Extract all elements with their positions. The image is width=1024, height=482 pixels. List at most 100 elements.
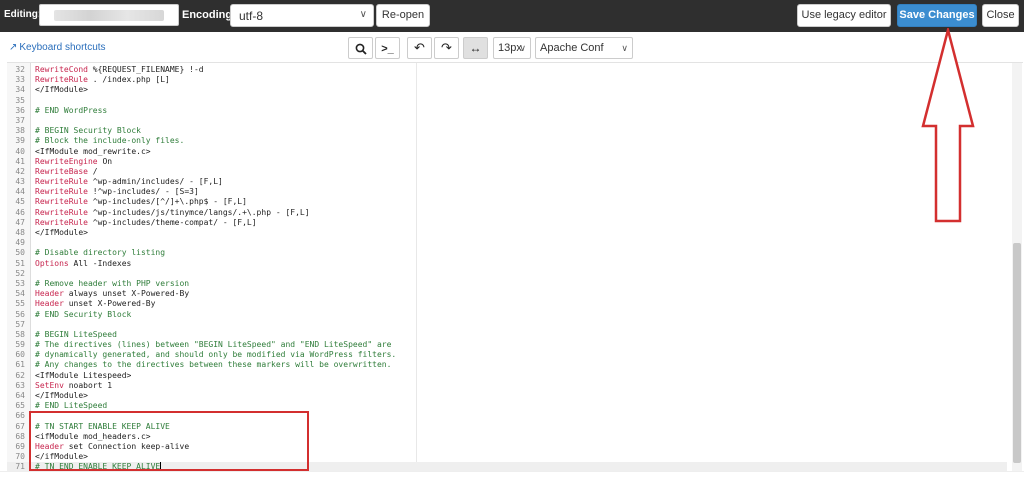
code-text: Options All -Indexes [35, 259, 131, 269]
code-text: RewriteRule . /index.php [L] [35, 75, 170, 85]
code-text: RewriteEngine On [35, 157, 112, 167]
code-line[interactable]: 33 RewriteRule . /index.php [L] [7, 75, 1007, 85]
code-text: # dynamically generated, and should only… [35, 350, 396, 360]
code-line[interactable]: 48 </IfModule> [7, 228, 1007, 238]
code-token: SetEnv [35, 380, 64, 390]
undo-button[interactable]: ↶ [407, 37, 432, 59]
search-button[interactable] [348, 37, 373, 59]
line-number: 47 [15, 217, 25, 227]
code-line[interactable]: 54 Header always unset X-Powered-By [7, 289, 1007, 299]
line-number: 61 [15, 360, 25, 370]
syntax-mode-value: Apache Conf [540, 42, 604, 54]
encoding-select[interactable]: utf-8 ∨ [230, 4, 374, 27]
wrap-toggle-button[interactable]: ↔ [463, 37, 488, 59]
code-line[interactable]: 45 RewriteRule ^wp-includes/[^/]+\.php$ -… [7, 197, 1007, 207]
code-text: # END LiteSpeed [35, 401, 107, 411]
line-number: 41 [15, 156, 25, 166]
code-line[interactable]: 51 Options All -Indexes [7, 259, 1007, 269]
code-text: Header unset X-Powered-By [35, 299, 155, 309]
code-line[interactable]: 46 RewriteRule ^wp-includes/js/tinymce/la… [7, 208, 1007, 218]
code-line[interactable]: 41 RewriteEngine On [7, 157, 1007, 167]
code-token: unset X-Powered-By [63, 299, 156, 309]
line-number: 37 [15, 115, 25, 125]
code-line[interactable]: 35 [7, 96, 1007, 106]
vertical-scrollbar[interactable] [1012, 63, 1022, 471]
editor-topbar: Editing: Encoding: utf-8 ∨ Re-open Use l… [0, 0, 1024, 32]
line-number: 64 [15, 391, 25, 400]
code-line[interactable]: 56 # END Security Block [7, 310, 1007, 320]
line-number: 70 [15, 452, 25, 462]
code-line[interactable]: 61 # Any changes to the directives betwee… [7, 360, 1007, 370]
code-text: RewriteCond %{REQUEST_FILENAME} !-d [35, 65, 204, 75]
code-line[interactable]: 32 RewriteCond %{REQUEST_FILENAME} !-d [7, 65, 1007, 75]
line-number: 52 [15, 268, 25, 278]
external-link-icon: ↗ [9, 42, 18, 53]
code-token: </IfModule> [35, 85, 88, 95]
line-number: 65 [15, 401, 25, 411]
code-token: ^wp-includes/js/tinymce/langs/.+\.php - … [87, 207, 310, 217]
code-text: # Remove header with PHP version [35, 279, 189, 289]
code-line[interactable]: 34 </IfModule> [7, 85, 1007, 95]
code-line[interactable]: 38 # BEGIN Security Block [7, 126, 1007, 136]
code-token: # dynamically generated, and should only… [35, 350, 397, 360]
undo-icon: ↶ [414, 40, 425, 55]
code-line[interactable]: 47 RewriteRule ^wp-includes/theme-compat/… [7, 218, 1007, 228]
code-editor[interactable]: 32 RewriteCond %{REQUEST_FILENAME} !-d 33 R… [7, 62, 1023, 471]
code-line[interactable]: 63 SetEnv noabort 1 [7, 381, 1007, 391]
save-changes-button[interactable]: Save Changes [897, 4, 977, 27]
encoding-label: Encoding: [182, 9, 236, 21]
code-line[interactable]: 64 </IfModule> [7, 391, 1007, 401]
line-number: 33 [15, 75, 25, 85]
code-token: !^wp-includes/ - [S=3] [87, 187, 199, 197]
code-line[interactable]: 43 RewriteRule ^wp-admin/includes/ - [F,L… [7, 177, 1007, 187]
line-number: 39 [15, 136, 25, 146]
line-number: 36 [15, 105, 25, 115]
chevron-down-icon: ∨ [359, 9, 367, 20]
font-size-select[interactable]: 13px ∨ [493, 37, 531, 59]
line-number: 44 [15, 187, 25, 197]
code-line[interactable]: 44 RewriteRule !^wp-includes/ - [S=3] [7, 187, 1007, 197]
code-text: # Any changes to the directives between … [35, 360, 391, 370]
code-text: # Disable directory listing [35, 248, 165, 258]
line-number: 68 [15, 431, 25, 441]
keyboard-shortcuts-label: Keyboard shortcuts [19, 42, 106, 53]
code-line[interactable]: 50 # Disable directory listing [7, 248, 1007, 258]
code-line[interactable]: 60 # dynamically generated, and should on… [7, 350, 1007, 360]
code-token: noabort 1 [63, 380, 113, 390]
code-line[interactable]: 55 Header unset X-Powered-By [7, 299, 1007, 309]
code-line[interactable]: 65 # END LiteSpeed [7, 401, 1007, 411]
code-line[interactable]: 36 # END WordPress [7, 106, 1007, 116]
code-line[interactable]: 62 <IfModule Litespeed> [7, 371, 1007, 381]
code-token: RewriteEngine [35, 156, 98, 166]
code-line[interactable]: 37 [7, 116, 1007, 126]
code-text: RewriteRule ^wp-includes/theme-compat/ -… [35, 218, 257, 228]
scrollbar-thumb[interactable] [1013, 243, 1021, 463]
line-number: 53 [15, 278, 25, 288]
code-token: <IfModule mod_rewrite.c> [35, 146, 151, 156]
code-text: <IfModule mod_rewrite.c> [35, 147, 151, 157]
goto-line-button[interactable]: >_ [375, 37, 400, 59]
line-number: 32 [15, 65, 25, 74]
use-legacy-editor-button[interactable]: Use legacy editor [797, 4, 891, 27]
code-text: </IfModule> [35, 85, 88, 95]
code-line[interactable]: 42 RewriteBase / [7, 167, 1007, 177]
code-line[interactable]: 52 [7, 269, 1007, 279]
code-token: ^wp-admin/includes/ - [F,L] [87, 177, 223, 187]
reopen-button[interactable]: Re-open [376, 4, 430, 27]
code-line[interactable]: 49 [7, 238, 1007, 248]
keyboard-shortcuts-link[interactable]: ↗ Keyboard shortcuts [9, 42, 106, 53]
line-number: 62 [15, 370, 25, 380]
code-line[interactable]: 57 [7, 320, 1007, 330]
code-text: <IfModule Litespeed> [35, 371, 131, 381]
code-line[interactable]: 59 # The directives (lines) between "BEGI… [7, 340, 1007, 350]
code-line[interactable]: 53 # Remove header with PHP version [7, 279, 1007, 289]
syntax-mode-select[interactable]: Apache Conf ∨ [535, 37, 633, 59]
redo-button[interactable]: ↷ [434, 37, 459, 59]
font-size-value: 13px [498, 42, 522, 54]
close-button[interactable]: Close [982, 4, 1019, 27]
code-line[interactable]: 58 # BEGIN LiteSpeed [7, 330, 1007, 340]
editor-bottom-strip [0, 471, 1024, 482]
code-line[interactable]: 40 <IfModule mod_rewrite.c> [7, 147, 1007, 157]
line-number: 56 [15, 309, 25, 319]
code-line[interactable]: 39 # Block the include-only files. [7, 136, 1007, 146]
